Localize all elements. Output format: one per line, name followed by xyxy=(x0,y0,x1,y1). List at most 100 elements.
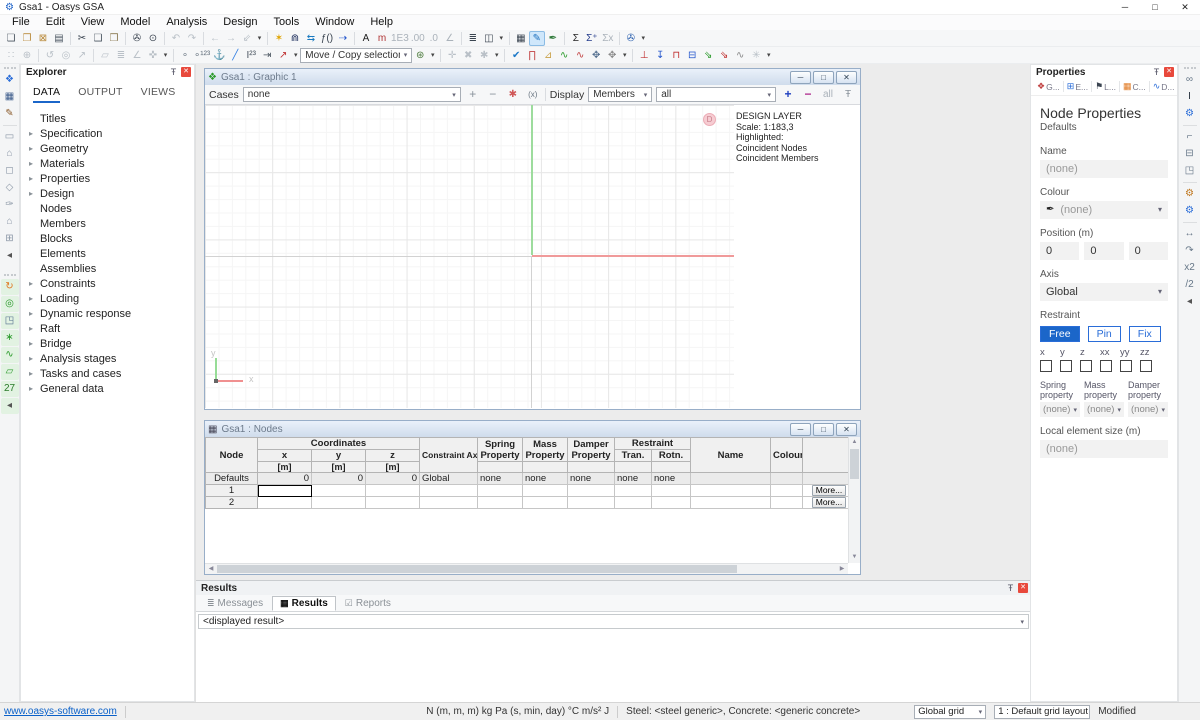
add-node-tool-icon[interactable]: ✛ xyxy=(444,48,460,63)
menu-item[interactable]: Analysis xyxy=(158,15,215,30)
name-field[interactable]: (none) xyxy=(1040,160,1168,178)
property-dropdown[interactable]: (none) ▾ xyxy=(1084,402,1124,417)
explorer-tree-item[interactable]: ▸ Bridge xyxy=(21,336,194,351)
dock-icon[interactable]: ∷ xyxy=(3,48,19,63)
dropdown-icon[interactable]: ▾ xyxy=(639,31,648,46)
anchor-icon[interactable]: ⚓ xyxy=(211,48,227,63)
table-cell[interactable]: 0 xyxy=(312,473,366,485)
table-cell[interactable] xyxy=(312,497,366,509)
column-header[interactable]: Damper Property xyxy=(568,438,615,462)
column-header[interactable]: Name xyxy=(691,438,771,473)
table-cell[interactable]: 0 xyxy=(366,473,420,485)
explorer-tree-item[interactable]: ▸ Dynamic response xyxy=(21,306,194,321)
orbit-icon[interactable]: ↺ xyxy=(42,48,58,63)
property-dropdown[interactable]: (none) ▾ xyxy=(1040,402,1080,417)
displayed-result-combobox[interactable]: <displayed result> ▾ xyxy=(198,614,1029,629)
materials-status[interactable]: Steel: <steel generic>, Concrete: <gener… xyxy=(626,706,860,717)
position-field[interactable]: 0 xyxy=(1040,242,1079,260)
column-header[interactable]: Constraint Axis xyxy=(420,438,478,473)
menu-item[interactable]: File xyxy=(4,15,38,30)
dropdown-icon[interactable]: ▾ xyxy=(255,31,264,46)
dropdown-icon[interactable]: ▾ xyxy=(291,48,300,63)
moment-result-icon[interactable]: ⇘ xyxy=(716,48,732,63)
pin-icon[interactable]: Ŧ xyxy=(168,67,179,77)
beam-section-icon[interactable]: I²³ xyxy=(243,48,259,63)
slope-icon[interactable]: ╱ xyxy=(227,48,243,63)
dropdown-icon[interactable]: ▾ xyxy=(492,48,501,63)
table-cell[interactable] xyxy=(523,485,568,497)
polyline-icon[interactable]: ∿ xyxy=(556,48,572,63)
explorer-tab[interactable]: DATA xyxy=(33,86,60,103)
table-cell[interactable]: none xyxy=(652,473,691,485)
point-load-icon[interactable]: ↧ xyxy=(652,48,668,63)
array-icon[interactable]: ✥ xyxy=(604,48,620,63)
menu-item[interactable]: Model xyxy=(112,15,158,30)
modify-tool-icon[interactable]: ✱ xyxy=(476,48,492,63)
column-header[interactable]: Spring Property xyxy=(478,438,523,462)
table-cell[interactable] xyxy=(478,497,523,509)
print-icon[interactable]: ✇ xyxy=(129,31,145,46)
minimize-button[interactable]: ─ xyxy=(1110,0,1140,14)
table-cell[interactable] xyxy=(771,473,803,485)
colour-dropdown[interactable]: ✒ (none) ▾ xyxy=(1040,201,1168,219)
explorer-tree-item[interactable]: Titles xyxy=(21,111,194,126)
table-cell[interactable] xyxy=(568,497,615,509)
shrink-icon[interactable]: ∗ xyxy=(1,330,19,346)
dropdown-icon[interactable]: ▾ xyxy=(620,48,629,63)
select-angle-icon[interactable]: ∠ xyxy=(129,48,145,63)
select-list-icon[interactable]: ≣ xyxy=(113,48,129,63)
maximize-button[interactable]: □ xyxy=(813,423,834,436)
explorer-tree-item[interactable]: Assemblies xyxy=(21,261,194,276)
add-view-icon[interactable]: ⊕ xyxy=(19,48,35,63)
column-header[interactable]: z xyxy=(366,450,420,462)
menu-item[interactable]: Window xyxy=(307,15,362,30)
align-icon[interactable]: ↔ xyxy=(1181,226,1199,242)
table-view-icon[interactable]: ▦ xyxy=(1,89,19,105)
colour-settings-icon[interactable]: ⚙ xyxy=(1181,186,1199,202)
create-member-icon[interactable]: ∏ xyxy=(524,48,540,63)
explorer-tree-item[interactable]: ▸ General data xyxy=(21,381,194,396)
polygon-icon[interactable]: ◇ xyxy=(1,180,19,196)
position-field[interactable]: 0 xyxy=(1084,242,1123,260)
close-file-icon[interactable]: ⊠ xyxy=(35,31,51,46)
decimal-add-icon[interactable]: .00 xyxy=(410,31,426,46)
grid-layout-combobox[interactable]: 1 : Default grid layout ▾ xyxy=(994,705,1090,719)
display-settings-icon[interactable]: ⚙ xyxy=(1181,106,1199,122)
cut-icon[interactable]: ✂ xyxy=(74,31,90,46)
results-tab[interactable]: ≣ Messages xyxy=(199,596,271,611)
results-tab[interactable]: ▦ Results xyxy=(272,596,336,611)
scale-x2-icon[interactable]: x2 xyxy=(1181,260,1199,276)
print-preview-icon[interactable]: ⊙ xyxy=(145,31,161,46)
padlock-icon[interactable]: ⌂ xyxy=(1,214,19,230)
sum-add-icon[interactable]: Σ⁺ xyxy=(584,31,600,46)
scale-half-icon[interactable]: /2 xyxy=(1181,277,1199,293)
table-cell[interactable] xyxy=(691,485,771,497)
explorer-tree-item[interactable]: ▸ Materials xyxy=(21,156,194,171)
restraint-button[interactable]: Fix xyxy=(1129,326,1161,342)
cursor-mode-icon[interactable]: ✜ xyxy=(145,48,161,63)
explorer-tree-item[interactable]: ▸ Specification xyxy=(21,126,194,141)
grid-combobox[interactable]: Global grid ▾ xyxy=(914,705,986,719)
explorer-tree-item[interactable]: ▸ Loading xyxy=(21,291,194,306)
display-add-button[interactable]: + xyxy=(780,87,796,102)
brush-icon[interactable]: ✒ xyxy=(545,31,561,46)
menu-item[interactable]: Edit xyxy=(38,15,73,30)
table-cell[interactable] xyxy=(420,485,478,497)
create-grid-icon[interactable]: ⊿ xyxy=(540,48,556,63)
more-arrow-icon[interactable]: ◂ xyxy=(1181,294,1199,310)
burst-icon[interactable]: ✳ xyxy=(748,48,764,63)
column-header[interactable]: Rotn. xyxy=(652,450,691,462)
line-result-icon[interactable]: ⇘ xyxy=(700,48,716,63)
close-button[interactable]: ✕ xyxy=(836,423,857,436)
menu-item[interactable]: Tools xyxy=(266,15,308,30)
verify-icon[interactable]: ✔ xyxy=(508,48,524,63)
table-cell-focused[interactable] xyxy=(258,485,312,497)
more-arrow-icon[interactable]: ◂ xyxy=(1,398,19,414)
paste-icon[interactable]: ❒ xyxy=(106,31,122,46)
node-numbers-icon[interactable]: ∘¹²³ xyxy=(193,48,211,63)
table-cell[interactable] xyxy=(652,497,691,509)
graphic-view-icon[interactable]: ❖ xyxy=(1,72,19,88)
decimal-remove-icon[interactable]: .0 xyxy=(426,31,442,46)
case-add-button[interactable]: + xyxy=(465,87,481,102)
properties-tab[interactable]: ⊞ E... xyxy=(1064,81,1092,92)
